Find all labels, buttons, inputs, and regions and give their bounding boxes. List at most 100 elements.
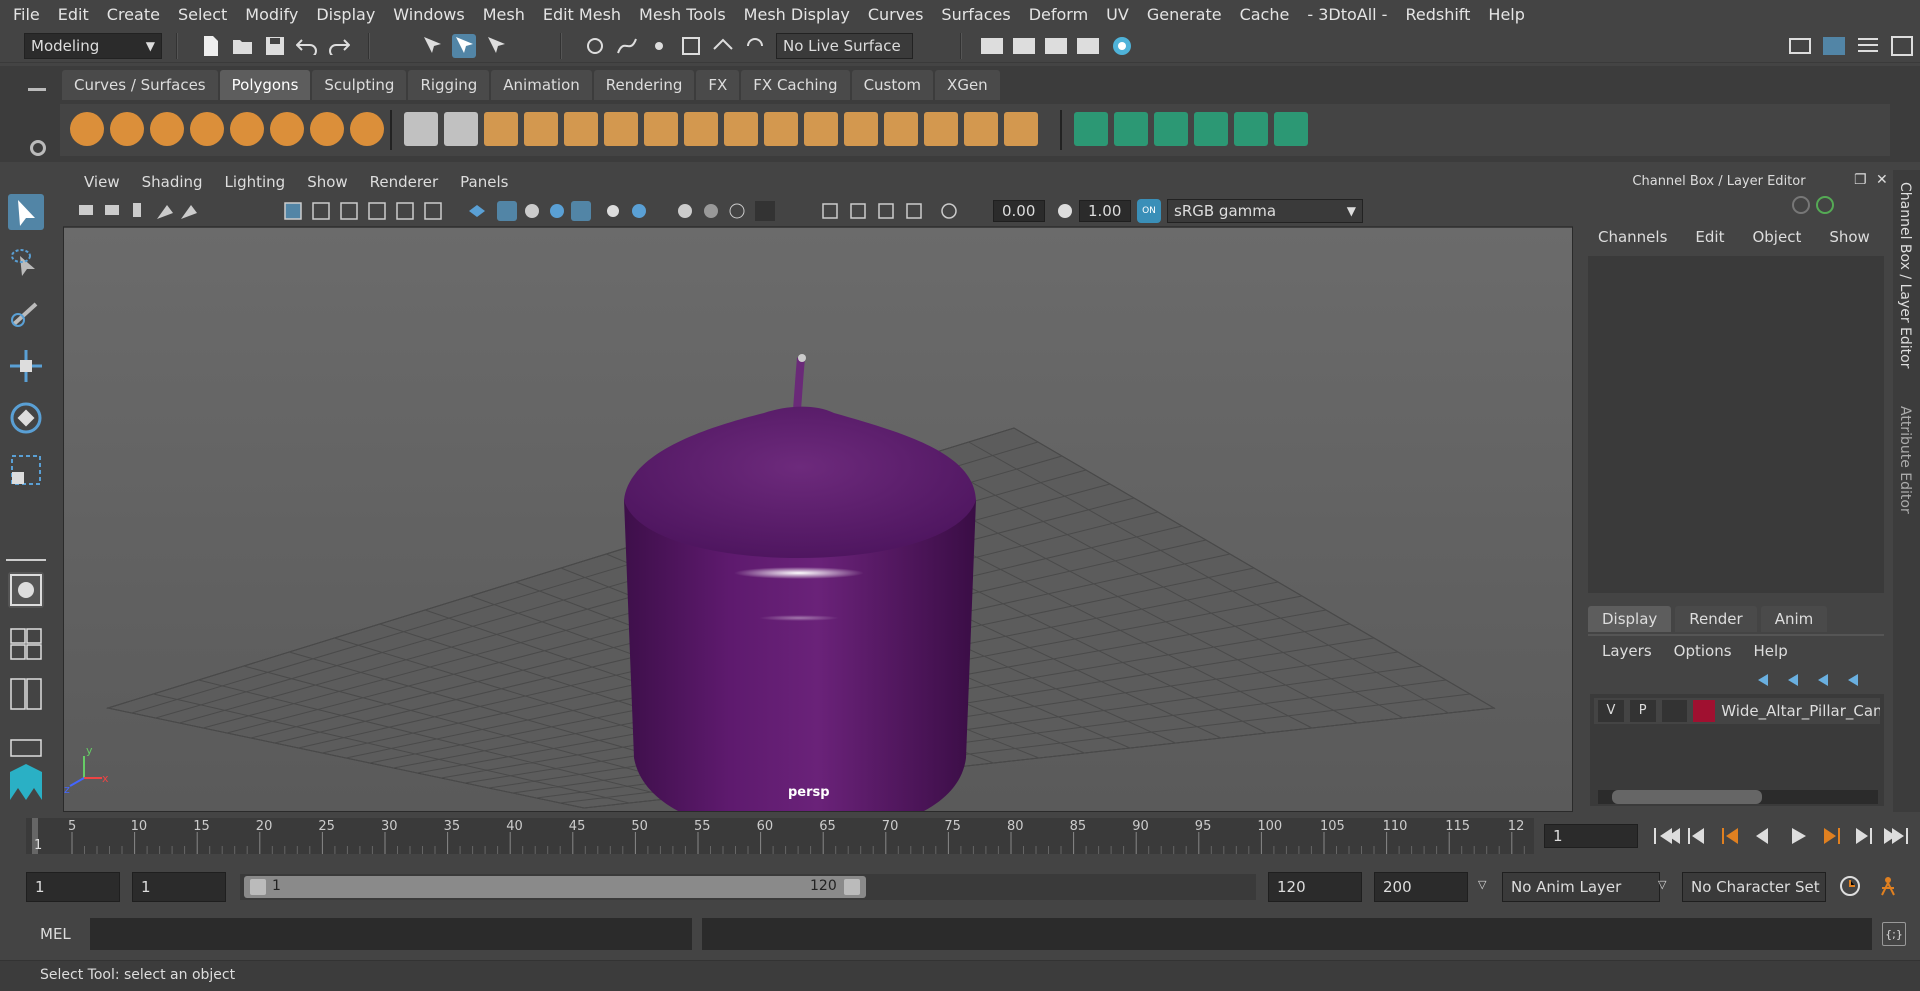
- shelf-poly-cone-icon[interactable]: [190, 112, 224, 146]
- channel-settings-icon[interactable]: [1816, 196, 1834, 214]
- shelf-quadrangulate-icon[interactable]: [1074, 112, 1108, 146]
- menu-help[interactable]: Help: [1479, 5, 1533, 24]
- gamma-field[interactable]: 1.00: [1079, 200, 1131, 222]
- open-scene-icon[interactable]: [231, 34, 255, 58]
- viewport-menu-panels[interactable]: Panels: [449, 173, 519, 191]
- snap-rotate-icon[interactable]: [743, 34, 767, 58]
- shelf-boolean-icon[interactable]: [564, 112, 598, 146]
- colorspace-dropdown[interactable]: sRGB gamma ▼: [1167, 199, 1363, 223]
- snap-view-icon[interactable]: [679, 34, 703, 58]
- shelf-mirror-icon[interactable]: [604, 112, 638, 146]
- range-handle[interactable]: 1 120: [244, 876, 866, 898]
- layer-type-toggle[interactable]: [1661, 700, 1688, 722]
- shelf-tab-animation[interactable]: Animation: [491, 70, 592, 100]
- render-settings-icon[interactable]: [1076, 34, 1100, 58]
- script-editor-icon[interactable]: {;}: [1882, 922, 1906, 946]
- menu-mesh-tools[interactable]: Mesh Tools: [630, 5, 735, 24]
- shelf-tab-curves-surfaces[interactable]: Curves / Surfaces: [62, 70, 218, 100]
- menu-select[interactable]: Select: [169, 5, 236, 24]
- snap-grid-icon[interactable]: [583, 34, 607, 58]
- layout-single-icon[interactable]: [8, 572, 44, 608]
- menu-mesh-display[interactable]: Mesh Display: [735, 5, 859, 24]
- shelf-smooth-icon[interactable]: [524, 112, 558, 146]
- exposure-field[interactable]: 0.00: [993, 200, 1045, 222]
- snap-curve-icon[interactable]: [615, 34, 639, 58]
- layer-menu-help[interactable]: Help: [1754, 642, 1788, 660]
- shelf-poly-cylinder-icon[interactable]: [150, 112, 184, 146]
- channelbox-menu-edit[interactable]: Edit: [1695, 228, 1724, 246]
- layer-visibility-toggle[interactable]: V: [1598, 700, 1624, 722]
- shelf-tab-polygons[interactable]: Polygons: [219, 70, 311, 100]
- range-bar[interactable]: 1 120: [240, 874, 1256, 900]
- menu-cache[interactable]: Cache: [1231, 5, 1299, 24]
- shelf-combine-icon[interactable]: [404, 112, 438, 146]
- shelf-separate-icon[interactable]: [444, 112, 478, 146]
- layout-four-icon[interactable]: [8, 626, 44, 662]
- command-input[interactable]: [90, 918, 692, 950]
- redo-icon[interactable]: [327, 34, 351, 58]
- shelf-poly-pyramid-icon[interactable]: [310, 112, 344, 146]
- layer-tab-render[interactable]: Render: [1675, 606, 1757, 632]
- render-frame-icon[interactable]: [1012, 34, 1036, 58]
- viewport-toolbar-icons-2[interactable]: [809, 195, 969, 227]
- shelf-poly-pipe-icon[interactable]: [350, 112, 384, 146]
- shelf-tab-sculpting[interactable]: Sculpting: [312, 70, 407, 100]
- shelf-poly-torus-icon[interactable]: [270, 112, 304, 146]
- snap-surface-icon[interactable]: [711, 34, 735, 58]
- new-scene-icon[interactable]: [199, 34, 223, 58]
- viewport-toolbar-icons[interactable]: [77, 195, 777, 227]
- viewport-menu-shading[interactable]: Shading: [131, 173, 214, 191]
- shelf-poly-plane-icon[interactable]: [230, 112, 264, 146]
- shelf-knife-icon[interactable]: [924, 112, 958, 146]
- tab-attribute-editor[interactable]: Attribute Editor: [1897, 406, 1913, 514]
- start-time-field[interactable]: 1: [26, 872, 120, 902]
- shelf-bevel-icon[interactable]: [724, 112, 758, 146]
- shelf-merge-icon[interactable]: [1154, 112, 1188, 146]
- end-time-field[interactable]: 200: [1374, 872, 1468, 902]
- playback-end-field[interactable]: 120: [1268, 872, 1362, 902]
- layer-row[interactable]: V P Wide_Altar_Pillar_Candle: [1594, 698, 1880, 724]
- select-object-icon[interactable]: [452, 34, 476, 58]
- menu-create[interactable]: Create: [98, 5, 169, 24]
- shelf-fill-hole-icon[interactable]: [1114, 112, 1148, 146]
- shelf-tab-custom[interactable]: Custom: [851, 70, 934, 100]
- layer-color-swatch[interactable]: [1693, 700, 1716, 722]
- viewport-menu-show[interactable]: Show: [296, 173, 358, 191]
- shelf-tab-rigging[interactable]: Rigging: [408, 70, 490, 100]
- command-language-label[interactable]: MEL: [40, 925, 71, 943]
- shelf-tab-fx-caching[interactable]: FX Caching: [741, 70, 850, 100]
- menu-modify[interactable]: Modify: [236, 5, 307, 24]
- rotate-tool-icon[interactable]: [8, 400, 44, 436]
- shelf-menu-icon[interactable]: [28, 88, 46, 91]
- hypershade-icon[interactable]: [1110, 34, 1134, 58]
- scale-tool-icon[interactable]: [8, 452, 44, 488]
- shelf-triangulate-icon[interactable]: [1004, 112, 1038, 146]
- mode-dropdown[interactable]: Modeling ▼: [24, 33, 162, 59]
- paint-select-icon[interactable]: [8, 296, 44, 332]
- key-settings-icon[interactable]: [1838, 874, 1862, 898]
- shelf-connect-icon[interactable]: [884, 112, 918, 146]
- shelf-poly-cube-icon[interactable]: [110, 112, 144, 146]
- shelf-multi-cut-icon[interactable]: [804, 112, 838, 146]
- anim-prefs-icon[interactable]: [1876, 874, 1900, 898]
- current-frame-field[interactable]: 1: [1544, 824, 1638, 848]
- menu-3dtoall[interactable]: - 3DtoAll -: [1298, 5, 1396, 24]
- gamma-icon[interactable]: [1053, 199, 1077, 223]
- menu-generate[interactable]: Generate: [1138, 5, 1231, 24]
- menu-deform[interactable]: Deform: [1020, 5, 1097, 24]
- scene-svg[interactable]: y x z: [64, 228, 1572, 836]
- shelf-crease-icon[interactable]: [964, 112, 998, 146]
- move-tool-icon[interactable]: [8, 348, 44, 384]
- lasso-tool-icon[interactable]: [8, 246, 44, 282]
- shelf-uv-planar-icon[interactable]: [1194, 112, 1228, 146]
- layer-tab-display[interactable]: Display: [1588, 606, 1672, 632]
- menu-uv[interactable]: UV: [1097, 5, 1138, 24]
- layer-tab-anim[interactable]: Anim: [1760, 606, 1828, 632]
- menu-redshift[interactable]: Redshift: [1396, 5, 1479, 24]
- chevron-down-icon[interactable]: ▽: [1658, 878, 1666, 891]
- character-set-dropdown[interactable]: No Character Set: [1682, 872, 1826, 902]
- live-surface-field[interactable]: No Live Surface: [776, 33, 913, 59]
- playback-controls[interactable]: [1652, 824, 1912, 848]
- shelf-tab-rendering[interactable]: Rendering: [593, 70, 695, 100]
- playback-start-field[interactable]: 1: [132, 872, 226, 902]
